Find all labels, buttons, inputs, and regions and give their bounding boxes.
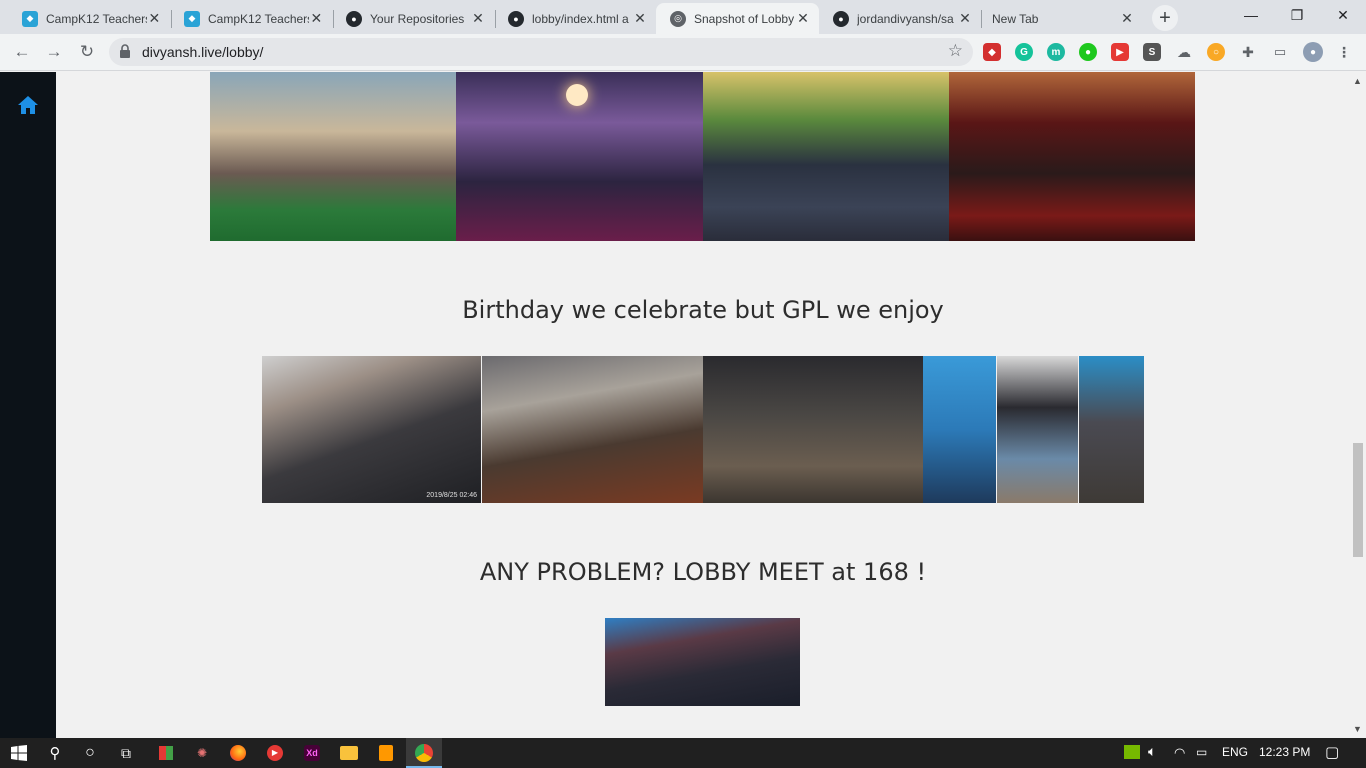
profile-avatar[interactable]: ● (1303, 42, 1323, 62)
gallery-photo-group-4 (949, 72, 1195, 241)
cortana-icon[interactable]: ○ (79, 742, 101, 764)
chrome-icon[interactable] (413, 742, 435, 764)
tab-label: lobby/index.html a (532, 11, 629, 26)
m-extension-icon[interactable]: m (1047, 43, 1065, 61)
tab-strip: ◆ CampK12 Teachers ✕ ◆ CampK12 Teachers … (0, 0, 1366, 34)
scroll-down-arrow-icon[interactable]: ▼ (1353, 724, 1362, 734)
scroll-up-arrow-icon[interactable]: ▲ (1353, 76, 1362, 86)
s-extension-icon[interactable]: S (1143, 43, 1161, 61)
page-scrollbar[interactable]: ▲ ▼ (1350, 72, 1366, 738)
site-sidebar (0, 72, 56, 738)
lantern-light (566, 84, 588, 106)
birthday-photo-6 (1079, 356, 1144, 503)
office-apps-icon[interactable] (155, 742, 177, 764)
cloud-extension-icon[interactable]: ☁ (1175, 43, 1193, 61)
volume-icon[interactable]: 🔈︎ (1148, 743, 1156, 760)
windows-start-icon[interactable] (8, 742, 30, 764)
bookmark-star-icon[interactable]: ☆ (948, 41, 963, 61)
address-bar[interactable]: divyansh.live/lobby/ ☆ (109, 38, 973, 66)
adobe-xd-icon[interactable]: Xd (301, 742, 323, 764)
gallery-photo-group-3 (703, 72, 949, 241)
close-icon[interactable]: ✕ (309, 10, 324, 27)
red-play-extension-icon[interactable]: ▶ (1111, 43, 1129, 61)
battery-icon[interactable]: ▭ (1196, 745, 1207, 759)
sublime-text-icon[interactable] (375, 742, 397, 764)
globe-icon: ◎ (670, 10, 686, 27)
media-player-icon[interactable]: ▶ (264, 742, 286, 764)
scrollbar-thumb[interactable] (1353, 443, 1363, 557)
shield-extension-icon[interactable]: ◆ (983, 43, 1001, 61)
forward-button[interactable]: → (40, 38, 68, 66)
tab-label: CampK12 Teachers (208, 11, 309, 26)
tab-label: jordandivyansh/sa (857, 11, 954, 26)
close-icon[interactable]: ✕ (795, 10, 811, 27)
close-icon[interactable]: ✕ (147, 10, 162, 27)
firefox-icon[interactable] (227, 742, 249, 764)
close-icon[interactable]: ✕ (957, 10, 973, 27)
restore-button[interactable]: ❐ (1274, 0, 1320, 30)
puzzle-extensions-icon[interactable]: ✚ (1239, 43, 1257, 61)
gallery-photo-group-1 (210, 72, 456, 241)
tab-label: CampK12 Teachers (46, 11, 147, 26)
orange-ring-extension-icon[interactable]: ○ (1207, 43, 1225, 61)
tab-label: Your Repositories (370, 11, 465, 26)
language-indicator[interactable]: ENG (1222, 745, 1248, 759)
close-icon[interactable]: ✕ (632, 10, 648, 27)
tab-campk12-2[interactable]: ◆ CampK12 Teachers ✕ (170, 3, 332, 34)
minimize-button[interactable]: — (1228, 0, 1274, 30)
menu-icon[interactable]: ⋮ (1335, 43, 1353, 61)
tab-campk12-1[interactable]: ◆ CampK12 Teachers ✕ (8, 3, 170, 34)
cast-icon[interactable]: ▭ (1271, 43, 1289, 61)
notifications-icon[interactable]: ▢ (1325, 743, 1339, 761)
tab-label: Snapshot of Lobby (694, 11, 795, 26)
birthday-photo-1: 2019/8/25 02:46 (262, 356, 481, 503)
wifi-icon[interactable]: ◠ (1174, 745, 1185, 761)
tab-label: New Tab (992, 11, 1039, 26)
home-icon[interactable] (17, 95, 39, 115)
reload-button[interactable]: ↻ (73, 38, 101, 66)
file-explorer-icon[interactable] (338, 742, 360, 764)
browser-toolbar: ← → ↻ divyansh.live/lobby/ ☆ ◆ G m ● ▶ S… (0, 34, 1366, 71)
close-icon[interactable]: ✕ (470, 10, 486, 27)
github-icon: ● (833, 10, 849, 27)
tab-snapshot-of-lobby[interactable]: ◎ Snapshot of Lobby ✕ (656, 3, 819, 34)
search-icon[interactable]: ⚲ (44, 742, 66, 764)
back-button[interactable]: ← (8, 38, 36, 66)
birthday-photo-2 (482, 356, 703, 503)
new-tab-button[interactable]: + (1152, 5, 1178, 31)
tab-lobby-index[interactable]: ● lobby/index.html a ✕ (494, 3, 656, 34)
nvidia-tray-icon[interactable] (1124, 745, 1140, 762)
lock-icon (120, 44, 130, 58)
photo-timestamp: 2019/8/25 02:46 (426, 492, 477, 499)
windows-taskbar: ⚲ ○ ⧉ ✺ ▶ Xd 🔈︎ ◠ ▭ ENG 12:23 PM ▢ (0, 738, 1366, 768)
gallery-photo-group-2 (456, 72, 703, 241)
spider-app-icon[interactable]: ✺ (191, 742, 213, 764)
github-icon: ● (508, 10, 524, 27)
page-content: Birthday we celebrate but GPL we enjoy 2… (56, 72, 1350, 738)
grammarly-extension-icon[interactable]: G (1015, 43, 1033, 61)
birthday-photo-3 (703, 356, 923, 503)
campk12-icon: ◆ (22, 10, 38, 27)
birthday-caption: Birthday we celebrate but GPL we enjoy (462, 296, 944, 324)
close-window-button[interactable]: ✕ (1320, 0, 1366, 30)
campk12-icon: ◆ (184, 10, 200, 27)
birthday-photo-5 (997, 356, 1078, 503)
tab-your-repositories[interactable]: ● Your Repositories ✕ (332, 3, 494, 34)
url-text: divyansh.live/lobby/ (142, 44, 264, 60)
birthday-photo-4 (923, 356, 996, 503)
green-extension-icon[interactable]: ● (1079, 43, 1097, 61)
tab-jordandivyansh[interactable]: ● jordandivyansh/sa ✕ (819, 3, 981, 34)
lobby-meet-photo (605, 618, 800, 706)
lobby-meet-caption: ANY PROBLEM? LOBBY MEET at 168 ! (479, 558, 927, 586)
task-view-icon[interactable]: ⧉ (115, 742, 137, 764)
close-icon[interactable]: ✕ (1119, 10, 1135, 27)
tab-new-tab[interactable]: New Tab ✕ (978, 3, 1143, 34)
github-icon: ● (346, 10, 362, 27)
clock[interactable]: 12:23 PM (1259, 745, 1310, 759)
